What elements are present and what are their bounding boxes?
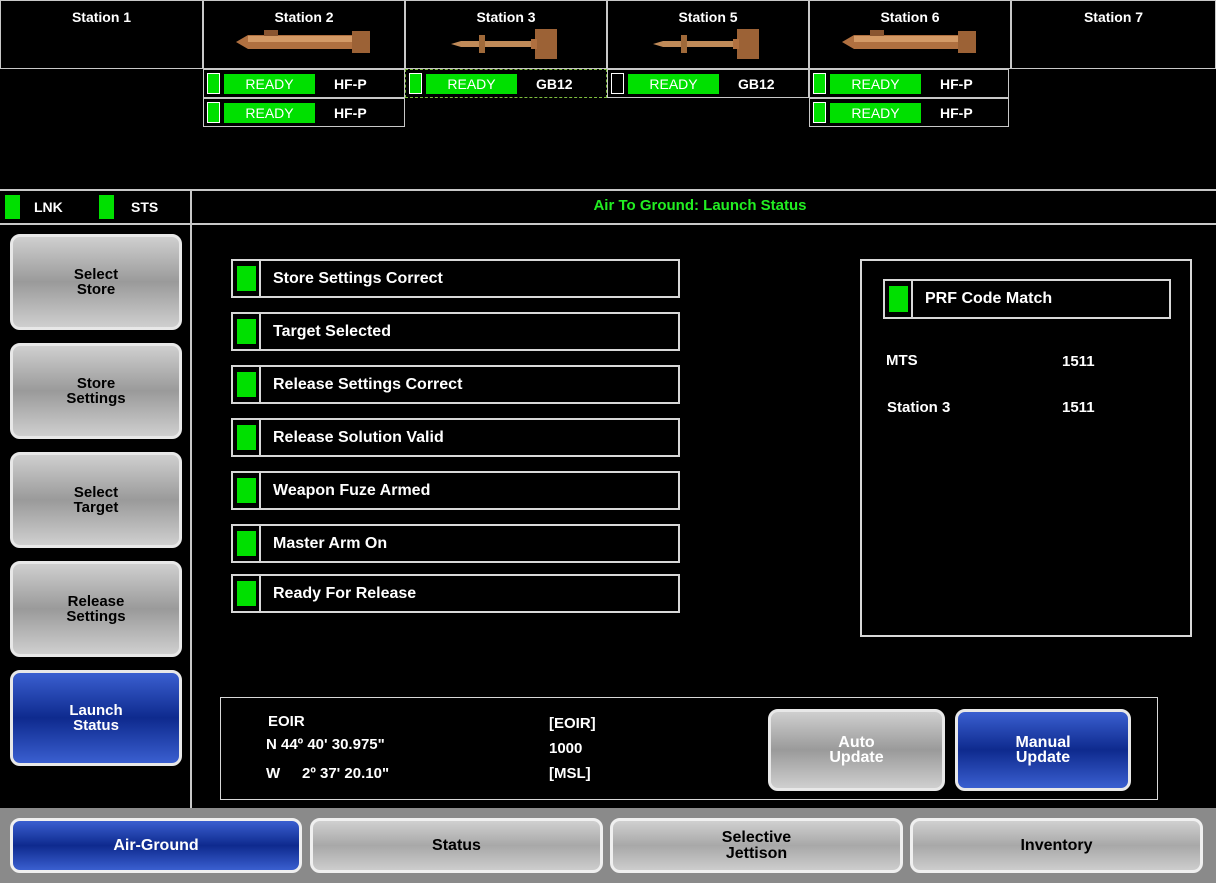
status-indicator bbox=[233, 576, 261, 611]
station-3-cell[interactable]: Station 3 bbox=[405, 0, 607, 69]
select-target-button[interactable]: Select Target bbox=[10, 452, 182, 548]
station-3-label: Station 3 bbox=[476, 9, 536, 25]
lnk-indicator bbox=[5, 195, 20, 219]
altitude: 1000 bbox=[549, 740, 583, 757]
source-label: [EOIR] bbox=[549, 715, 596, 732]
status-indicator bbox=[233, 367, 261, 402]
prf-title: PRF Code Match bbox=[925, 290, 1053, 307]
store-row-station-3[interactable]: READY GB12 bbox=[405, 69, 607, 98]
checklist-item: Master Arm On bbox=[231, 524, 680, 563]
manual-update-button[interactable]: Manual Update bbox=[955, 709, 1131, 791]
store-row-station-6-a[interactable]: READY HF-P bbox=[809, 69, 1009, 98]
weapon-type: HF-P bbox=[940, 76, 973, 92]
store-indicator bbox=[813, 73, 826, 94]
checklist-item: Weapon Fuze Armed bbox=[231, 471, 680, 510]
tab-status[interactable]: Status bbox=[310, 818, 603, 873]
checklist-label: Release Settings Correct bbox=[273, 376, 463, 393]
prf-row-label: MTS bbox=[886, 352, 918, 369]
station-6-cell[interactable]: Station 6 bbox=[809, 0, 1011, 69]
ready-badge: READY bbox=[224, 74, 315, 94]
checklist-label: Target Selected bbox=[273, 323, 391, 340]
store-indicator bbox=[611, 73, 624, 94]
prf-row-value: 1511 bbox=[1062, 353, 1095, 370]
guided-bomb-icon bbox=[653, 29, 759, 59]
page-title: Air To Ground: Launch Status bbox=[593, 197, 807, 214]
release-settings-button[interactable]: Release Settings bbox=[10, 561, 182, 657]
weapon-type: GB12 bbox=[738, 76, 775, 92]
store-row-station-2-a[interactable]: READY HF-P bbox=[203, 69, 405, 98]
status-indicator bbox=[885, 281, 913, 317]
auto-update-button[interactable]: Auto Update bbox=[768, 709, 945, 791]
station-5-cell[interactable]: Station 5 bbox=[607, 0, 809, 69]
sts-label: STS bbox=[131, 199, 159, 215]
checklist-item: Store Settings Correct bbox=[231, 259, 680, 298]
select-store-button[interactable]: Select Store bbox=[10, 234, 182, 330]
hellfire-missile-icon bbox=[842, 30, 976, 53]
store-indicator bbox=[207, 102, 220, 123]
hellfire-missile-icon bbox=[236, 30, 370, 53]
checklist-label: Store Settings Correct bbox=[273, 270, 443, 287]
station-7-cell[interactable]: Station 7 bbox=[1011, 0, 1216, 69]
store-settings-button[interactable]: Store Settings bbox=[10, 343, 182, 439]
sensor-label: EOIR bbox=[268, 713, 305, 730]
store-row-station-5[interactable]: READY GB12 bbox=[607, 69, 809, 98]
checklist-item: Target Selected bbox=[231, 312, 680, 351]
prf-row-label: Station 3 bbox=[887, 399, 951, 416]
tab-air-ground[interactable]: Air-Ground bbox=[10, 818, 302, 873]
guided-bomb-icon bbox=[451, 29, 557, 59]
status-indicator bbox=[233, 261, 261, 296]
status-indicator bbox=[233, 420, 261, 455]
checklist-item: Ready For Release bbox=[231, 574, 680, 613]
tab-inventory[interactable]: Inventory bbox=[910, 818, 1203, 873]
store-indicator bbox=[813, 102, 826, 123]
store-indicator bbox=[207, 73, 220, 94]
sts-indicator bbox=[99, 195, 114, 219]
ready-badge: READY bbox=[830, 103, 921, 123]
store-row-station-2-b[interactable]: READY HF-P bbox=[203, 98, 405, 127]
status-indicator bbox=[233, 314, 261, 349]
weapon-type: HF-P bbox=[334, 105, 367, 121]
station-2-label: Station 2 bbox=[274, 9, 334, 25]
checklist-label: Master Arm On bbox=[273, 535, 388, 552]
longitude-prefix: W bbox=[266, 765, 281, 782]
station-7-label: Station 7 bbox=[1083, 9, 1144, 25]
station-5-label: Station 5 bbox=[678, 9, 738, 25]
latitude: N 44º 40' 30.975" bbox=[266, 736, 385, 753]
station-2-cell[interactable]: Station 2 bbox=[203, 0, 405, 69]
ready-badge: READY bbox=[628, 74, 719, 94]
lnk-label: LNK bbox=[34, 199, 63, 215]
weapon-type: HF-P bbox=[940, 105, 973, 121]
status-indicator bbox=[233, 473, 261, 508]
prf-code-match: PRF Code Match bbox=[883, 279, 1171, 319]
ready-badge: READY bbox=[426, 74, 517, 94]
prf-row-value: 1511 bbox=[1062, 399, 1095, 416]
launch-status-button[interactable]: Launch Status bbox=[10, 670, 182, 766]
station-1-cell[interactable]: Station 1 bbox=[0, 0, 203, 69]
station-6-label: Station 6 bbox=[880, 9, 940, 25]
checklist-label: Ready For Release bbox=[273, 585, 417, 602]
divider bbox=[0, 189, 1216, 191]
longitude: 2º 37' 20.10" bbox=[302, 765, 390, 782]
ready-badge: READY bbox=[830, 74, 921, 94]
checklist-label: Release Solution Valid bbox=[273, 429, 444, 446]
divider bbox=[190, 189, 192, 808]
divider bbox=[0, 223, 1216, 225]
store-row-station-6-b[interactable]: READY HF-P bbox=[809, 98, 1009, 127]
weapon-type: HF-P bbox=[334, 76, 367, 92]
tab-selective-jettison[interactable]: Selective Jettison bbox=[610, 818, 903, 873]
checklist-label: Weapon Fuze Armed bbox=[273, 482, 431, 499]
checklist-item: Release Settings Correct bbox=[231, 365, 680, 404]
weapon-type: GB12 bbox=[536, 76, 573, 92]
ready-badge: READY bbox=[224, 103, 315, 123]
status-indicator bbox=[233, 526, 261, 561]
altitude-reference: [MSL] bbox=[549, 765, 591, 782]
checklist-item: Release Solution Valid bbox=[231, 418, 680, 457]
station-1-label: Station 1 bbox=[71, 9, 132, 25]
store-indicator bbox=[409, 73, 422, 94]
